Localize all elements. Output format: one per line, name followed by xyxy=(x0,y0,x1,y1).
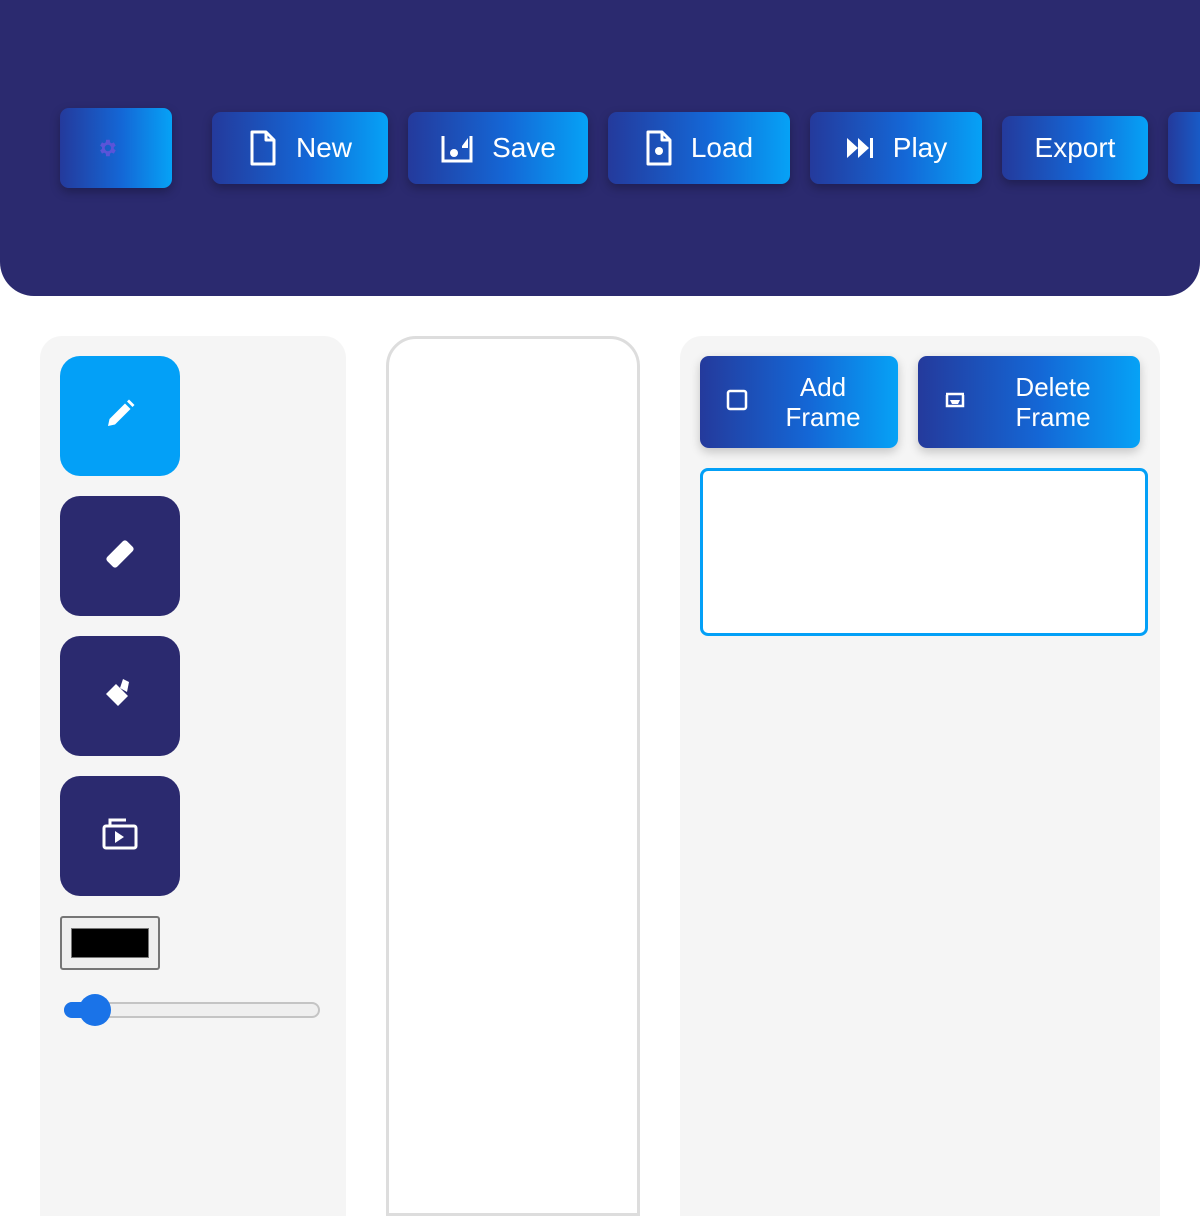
brush-size-thumb[interactable] xyxy=(78,994,111,1026)
frame-list[interactable] xyxy=(700,468,1148,636)
skip-forward-icon xyxy=(845,135,875,161)
fill-tool-button[interactable] xyxy=(60,636,180,756)
paint-bucket-icon xyxy=(100,674,140,719)
eraser-tool-button[interactable] xyxy=(60,496,180,616)
brush-size-slider[interactable] xyxy=(64,994,320,1026)
pencil-tool-button[interactable] xyxy=(60,356,180,476)
delete-frame-button[interactable]: Delete Frame xyxy=(918,356,1140,448)
load-button[interactable]: Load xyxy=(608,112,790,184)
load-label: Load xyxy=(690,132,754,163)
eraser-icon xyxy=(98,532,142,581)
brush-color-picker[interactable] xyxy=(60,916,160,970)
square-icon xyxy=(726,387,748,417)
layers-play-icon xyxy=(100,814,140,859)
new-label: New xyxy=(295,132,352,163)
save-label: Save xyxy=(492,132,556,163)
settings-button[interactable] xyxy=(60,108,172,188)
frames-panel: Add Frame Delete Frame xyxy=(680,336,1160,1216)
file-open-icon xyxy=(645,130,673,166)
save-button[interactable]: Save xyxy=(408,112,588,184)
export-label: Export xyxy=(1034,132,1116,163)
top-toolbar: New Save Load Play Export xyxy=(0,0,1200,296)
add-frame-button[interactable]: Add Frame xyxy=(700,356,898,448)
file-icon xyxy=(248,130,278,166)
gear-icon xyxy=(96,137,118,159)
add-frame-label: Add Frame xyxy=(785,372,861,432)
play-label: Play xyxy=(892,132,948,163)
overflow-toolbar-button[interactable] xyxy=(1168,112,1200,184)
delete-frame-label: Delete Frame xyxy=(1015,372,1091,432)
play-button[interactable]: Play xyxy=(810,112,982,184)
tool-panel xyxy=(40,336,346,1216)
onion-skin-tool-button[interactable] xyxy=(60,776,180,896)
new-button[interactable]: New xyxy=(212,112,388,184)
pencil-icon xyxy=(102,396,138,437)
export-button[interactable]: Export xyxy=(1002,116,1148,180)
drawing-canvas[interactable] xyxy=(386,336,640,1216)
save-icon xyxy=(440,132,474,164)
brush-color-fill xyxy=(71,928,149,958)
trash-icon xyxy=(944,387,966,417)
